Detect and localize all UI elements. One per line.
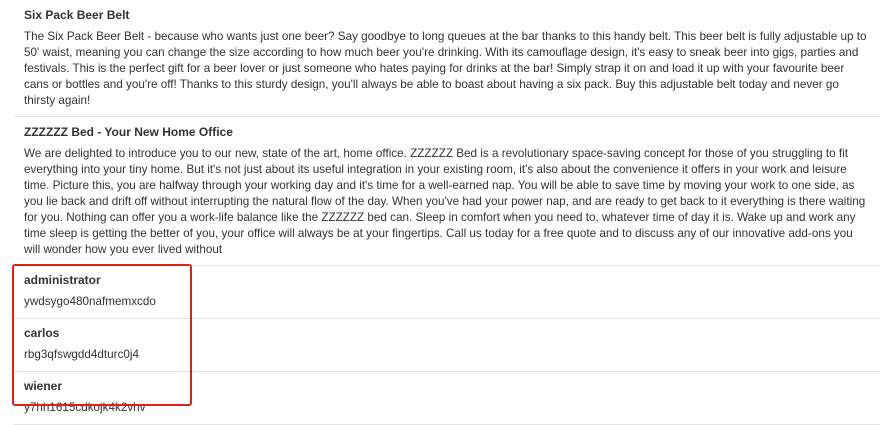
result-entry: Six Pack Beer Belt The Six Pack Beer Bel…: [14, 0, 880, 117]
credential-password: rbg3qfswgdd4dturc0j4: [24, 348, 140, 361]
credential-username: administrator: [24, 273, 101, 287]
result-title: ZZZZZZ Bed - Your New Home Office: [24, 125, 233, 139]
search-results: Six Pack Beer Belt The Six Pack Beer Bel…: [14, 0, 880, 425]
credential-entry: wiener y7hh1615cdkojk4k2vhv: [14, 372, 880, 425]
credential-entry: administrator ywdsygo480nafmemxcdo: [14, 266, 880, 319]
credential-password: y7hh1615cdkojk4k2vhv: [24, 401, 146, 414]
result-description: The Six Pack Beer Belt - because who wan…: [24, 30, 867, 107]
result-entry: ZZZZZZ Bed - Your New Home Office We are…: [14, 117, 880, 266]
credential-username: carlos: [24, 326, 60, 340]
result-title: Six Pack Beer Belt: [24, 8, 130, 22]
credential-username: wiener: [24, 379, 63, 393]
credential-entry: carlos rbg3qfswgdd4dturc0j4: [14, 319, 880, 372]
result-description: We are delighted to introduce you to our…: [24, 147, 866, 256]
credential-password: ywdsygo480nafmemxcdo: [24, 295, 156, 308]
